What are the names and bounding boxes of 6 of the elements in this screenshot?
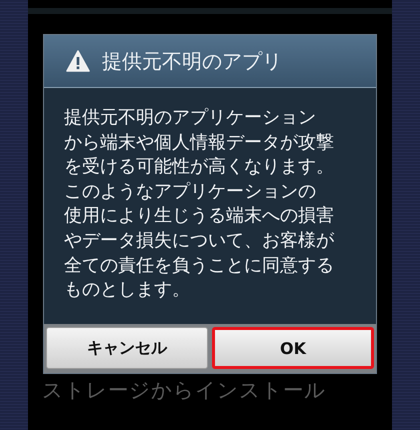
warning-icon (66, 50, 90, 72)
dialog-message: 提供元不明のアプリケーション から端末や個人情報データが攻撃 を受ける可能性が高くなります。 このようなアプリケーションの 使用により生じうる端末への損害 やデータ損失について、お客様が 全ての責任を負うことに同意する ものとします。 (64, 106, 336, 302)
dialog-title: 提供元不明のアプリ (102, 48, 282, 74)
dialog-button[interactable]: キャンセル (46, 327, 208, 369)
dialog-button[interactable]: OK (212, 327, 374, 369)
menu-item-label: ストレージからインストール (42, 377, 326, 404)
